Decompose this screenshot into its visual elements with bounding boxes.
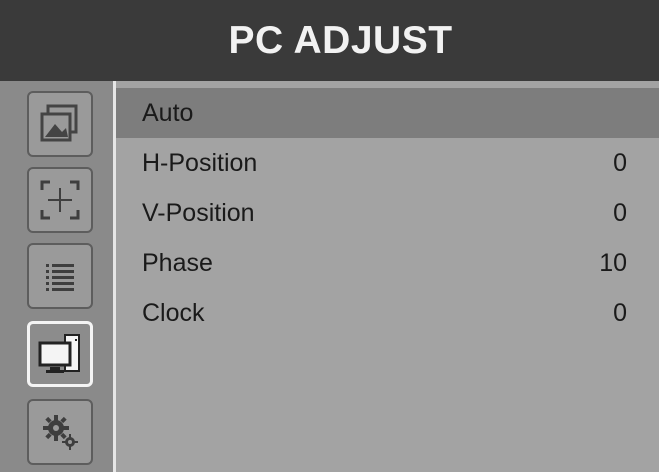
menu-item-value: 0 — [613, 198, 627, 227]
menu-item-phase[interactable]: Phase 10 — [116, 238, 659, 288]
menu-item-label: V-Position — [142, 198, 255, 227]
menu-item-value: 10 — [599, 248, 627, 277]
page-title: PC ADJUST — [228, 18, 453, 62]
menu-item-label: H-Position — [142, 148, 258, 177]
menu-item-label: Auto — [142, 98, 194, 127]
menu-item-value: 0 — [613, 148, 627, 177]
picture-icon — [40, 104, 78, 142]
gear-settings-icon — [43, 415, 78, 450]
aspect-crosshair-icon — [40, 180, 80, 220]
menu-item-clock[interactable]: Clock 0 — [116, 288, 659, 338]
sidebar-item-list[interactable] — [27, 243, 93, 309]
menu-item-auto[interactable]: Auto — [116, 88, 659, 138]
pc-monitor-icon — [38, 334, 80, 373]
sidebar-item-picture[interactable] — [27, 91, 93, 157]
menu-item-label: Phase — [142, 248, 213, 277]
menu-list: Auto H-Position 0 V-Position 0 Phase 10 … — [116, 88, 659, 338]
sidebar-item-setup[interactable] — [27, 399, 93, 465]
sidebar — [0, 81, 113, 472]
title-bar: PC ADJUST — [0, 0, 659, 81]
menu-item-label: Clock — [142, 298, 205, 327]
list-icon — [46, 264, 74, 291]
sidebar-item-pc-adjust[interactable] — [27, 321, 93, 387]
osd-menu: PC ADJUST Auto H-Position 0 V-Position 0… — [0, 0, 659, 472]
sidebar-item-aspect[interactable] — [27, 167, 93, 233]
menu-item-v-position[interactable]: V-Position 0 — [116, 188, 659, 238]
menu-item-h-position[interactable]: H-Position 0 — [116, 138, 659, 188]
menu-item-value: 0 — [613, 298, 627, 327]
